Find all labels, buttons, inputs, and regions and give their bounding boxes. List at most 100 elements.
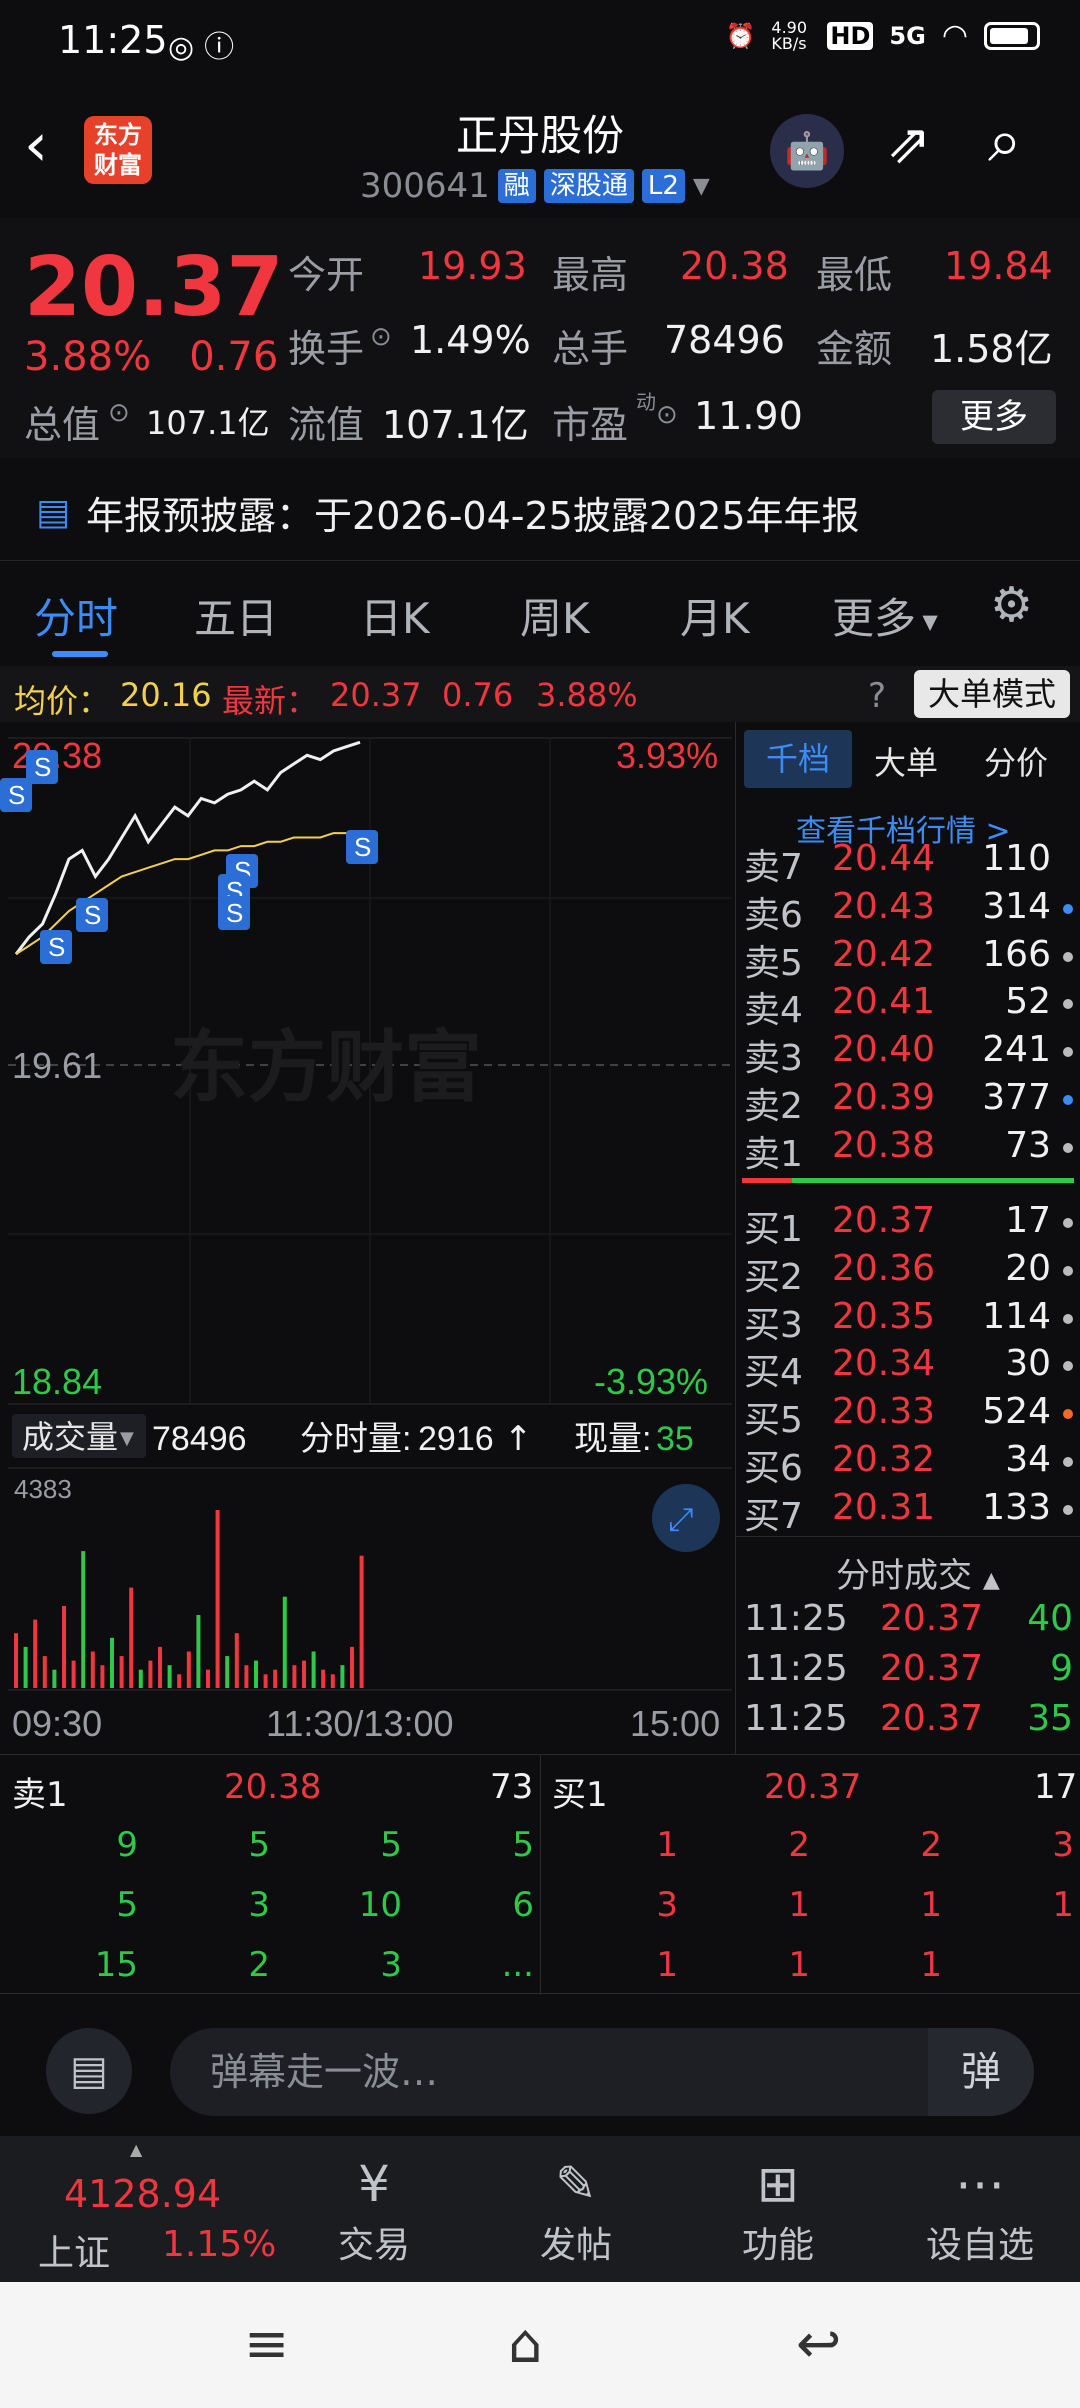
bid-dot-icon	[1063, 1218, 1073, 1228]
volume-bar	[282, 1596, 287, 1688]
volume-bar	[158, 1646, 162, 1688]
bid-row[interactable]: 买7 20.31 133	[736, 1487, 1080, 1537]
nav-post[interactable]: ✎ 发帖	[506, 2152, 646, 2268]
intraday-chart[interactable]: 东方财富 20.38 3.93% 19.61 18.84 -3.93% S S …	[0, 722, 735, 1754]
tab-intraday[interactable]: 分时	[34, 585, 118, 646]
more-button[interactable]: 更多	[932, 390, 1056, 444]
danmu-list-icon[interactable]: ▤	[46, 2028, 132, 2114]
queue-cell: 1	[1052, 1885, 1074, 1925]
ask-level: 卖1	[744, 1133, 803, 1175]
bid-row[interactable]: 买6 20.32 34	[736, 1439, 1080, 1489]
ask-price: 20.41	[832, 981, 936, 1023]
l2-tag[interactable]: L2	[641, 169, 685, 203]
grid-icon: ⊞	[757, 2155, 799, 2213]
tab-daily-k[interactable]: 日K	[360, 585, 430, 646]
info-icon[interactable]: ⊙	[370, 322, 392, 352]
spread-divider	[742, 1178, 1074, 1183]
ask-volume: 241	[982, 1029, 1051, 1071]
bid-dot-icon	[1063, 1409, 1073, 1420]
nav-functions-label: 功能	[741, 2225, 814, 2266]
ask-row[interactable]: 卖2 20.39 377	[736, 1077, 1080, 1127]
latest-chg: 0.76	[442, 676, 514, 714]
volume-bar	[167, 1665, 172, 1688]
caret-up-icon: ▲	[982, 1568, 1000, 1593]
tab-weekly-k[interactable]: 周K	[520, 585, 590, 646]
bid-row[interactable]: 买3 20.35 114	[736, 1296, 1080, 1346]
ask-volume: 110	[982, 838, 1051, 879]
bid-row[interactable]: 买4 20.34 30	[736, 1343, 1080, 1393]
volume-bar	[33, 1619, 38, 1688]
low-value: 19.84	[944, 244, 1053, 288]
status-right: ⏰ 4.90 KB/s HD 5G ◠	[726, 18, 1040, 53]
annual-report-notice[interactable]: ▤ 年报预披露：于2026-04-25披露2025年年报	[0, 470, 1080, 554]
bid-price: 20.34	[832, 1343, 936, 1385]
ask-price: 20.40	[832, 1029, 936, 1071]
tab-monthly-k[interactable]: 月K	[680, 585, 750, 646]
high-value: 20.38	[680, 244, 789, 288]
volume-selector-label: 成交量	[22, 1419, 118, 1455]
ask-row[interactable]: 卖5 20.42 166	[736, 934, 1080, 984]
chevron-down-icon[interactable]: ▼	[693, 174, 710, 199]
change-amt: 0.76	[189, 334, 279, 380]
ask-dot-icon	[1063, 951, 1073, 962]
amount-value: 1.58亿	[930, 327, 1053, 371]
danmu-toggle-button[interactable]: 弹	[928, 2028, 1034, 2116]
pe-label: 市盈	[552, 403, 629, 447]
ask-volume: 377	[982, 1077, 1051, 1118]
queue-cell: 5	[116, 1885, 138, 1925]
ask-volume: 73	[1005, 1124, 1051, 1166]
robot-assistant-icon[interactable]: 🤖	[770, 114, 844, 188]
ticks-title[interactable]: 分时成交 ▲	[836, 1548, 1000, 1597]
nav-trade[interactable]: ¥ 交易	[304, 2152, 444, 2268]
search-icon[interactable]: ⌕	[988, 106, 1022, 176]
index-name: 上证	[38, 2233, 111, 2274]
turnover-label: 换手	[288, 327, 365, 371]
back-nav-icon[interactable]: ↩	[796, 2312, 841, 2375]
nav-functions[interactable]: ⊞ 功能	[708, 2152, 848, 2268]
caret-down-icon: ▼	[120, 1428, 134, 1449]
buy-queue: 买1 20.37 17 1 2 2 3 3 1 1 1 1 1 1	[540, 1755, 1080, 1995]
nav-add-watchlist[interactable]: ⋯ 设自选	[910, 2152, 1050, 2268]
home-icon[interactable]: ⌂	[508, 2312, 542, 2375]
queue-cell: 5	[248, 1825, 270, 1865]
share-icon[interactable]: ⇗	[886, 112, 931, 175]
bid-row[interactable]: 买5 20.33 524	[736, 1391, 1080, 1441]
nav-post-label: 发帖	[539, 2225, 612, 2266]
ask-row[interactable]: 卖6 20.43 314	[736, 885, 1080, 936]
tab-big-orders[interactable]: 大单	[874, 738, 938, 784]
ask-row[interactable]: 卖3 20.40 241	[736, 1029, 1080, 1079]
time-mid: 11:30/13:00	[266, 1703, 454, 1744]
intraday-chart-svg[interactable]: 东方财富 20.38 3.93% 19.61 18.84 -3.93% S S …	[0, 722, 735, 1754]
ask-row[interactable]: 卖1 20.38 73	[736, 1124, 1080, 1175]
info-icon[interactable]: ⊙	[108, 398, 130, 428]
gear-icon[interactable]: ⚙	[990, 577, 1033, 633]
bid-row[interactable]: 买1 20.37 17	[736, 1200, 1080, 1250]
menu-icon[interactable]: ≡	[244, 2312, 289, 2375]
tab-thousand-levels[interactable]: 千档	[744, 730, 852, 788]
queue-cell: 3	[248, 1885, 270, 1925]
ask-dot-icon	[1063, 999, 1073, 1010]
ask-price: 20.44	[832, 838, 936, 879]
tab-price-breakdown[interactable]: 分价	[984, 738, 1048, 784]
queue-cell: 2	[920, 1825, 942, 1865]
ask-row[interactable]: 卖7 20.44 110	[736, 838, 1080, 888]
volume-bar	[206, 1669, 210, 1688]
bid-price: 20.33	[832, 1391, 936, 1433]
index-ticker[interactable]: ▲ 4128.94 上证 1.15%	[0, 2136, 280, 2282]
bid-row[interactable]: 买2 20.36 20	[736, 1248, 1080, 1298]
info-icon[interactable]: ⊙	[656, 400, 678, 430]
tab-five-day[interactable]: 五日	[194, 585, 278, 646]
volume-bar	[196, 1615, 201, 1688]
queue-cell: 15	[94, 1945, 138, 1985]
ask-row[interactable]: 卖4 20.41 52	[736, 981, 1080, 1031]
danmu-input[interactable]: 弹幕走一波…	[170, 2028, 1034, 2116]
queue-cell: 3	[656, 1885, 678, 1925]
help-icon[interactable]: ?	[868, 676, 886, 716]
notice-text: 年报预披露：于2026-04-25披露2025年年报	[86, 493, 860, 538]
volume-total: 78496	[152, 1420, 247, 1458]
ask-level: 卖3	[744, 1038, 803, 1080]
tick-price: 20.37	[880, 1598, 984, 1639]
tab-more[interactable]: 更多 ▼	[832, 585, 938, 646]
big-order-mode-button[interactable]: 大单模式	[914, 670, 1070, 718]
ask-price: 20.43	[832, 885, 936, 927]
